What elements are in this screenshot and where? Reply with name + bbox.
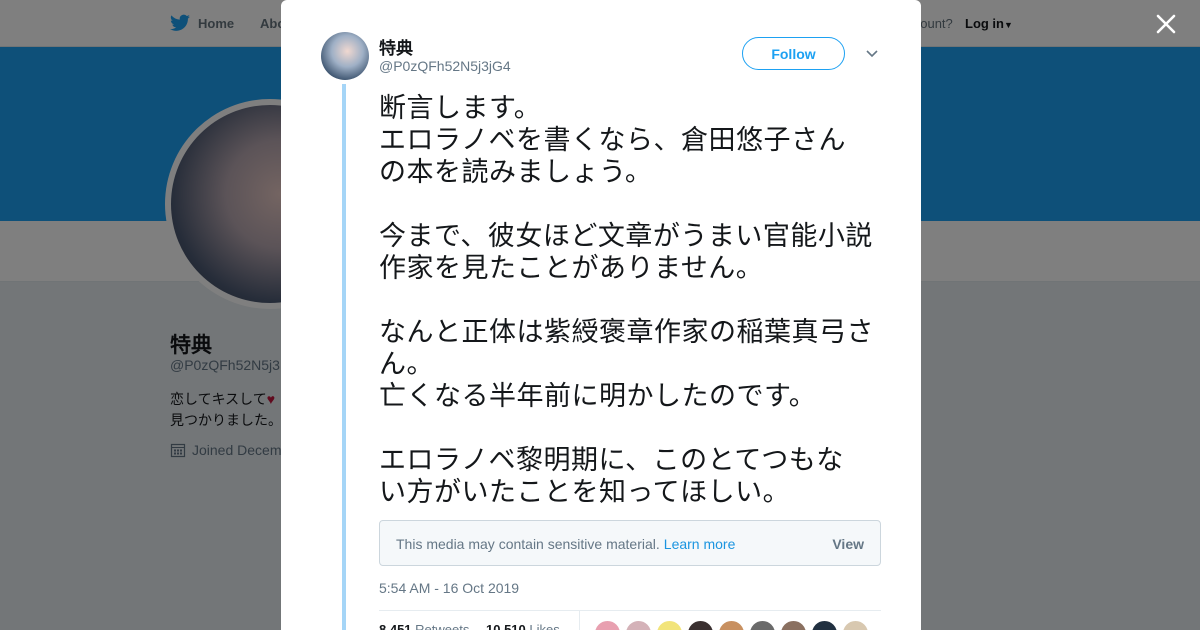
stats-vertical-divider	[579, 611, 580, 630]
tweet-author-name[interactable]: 特典	[379, 34, 413, 59]
tweet-line: 今まで、彼女ほど文章がうまい官能小説	[379, 221, 873, 251]
liker-avatar[interactable]	[780, 620, 807, 630]
tweet-line: エロラノベ黎明期に、このとてつもな	[379, 445, 844, 475]
tweet-line: 亡くなる半年前に明かしたのです。	[379, 381, 817, 411]
learn-more-link[interactable]: Learn more	[664, 536, 736, 552]
liker-avatar[interactable]	[625, 620, 652, 630]
follow-button[interactable]: Follow	[742, 37, 845, 70]
retweets-stat[interactable]: 8,451 Retweets	[379, 622, 469, 630]
tweet-text: 断言します。 エロラノベを書くなら、倉田悠子さん の本を読みましょう。 今まで、…	[379, 92, 884, 508]
likes-label: Likes	[529, 622, 560, 630]
sensitive-media-notice: This media may contain sensitive materia…	[379, 520, 881, 566]
likes-stat[interactable]: 10,510 Likes	[486, 622, 560, 630]
tweet-line: なんと正体は紫綬褒章作家の稲葉真弓さ	[379, 317, 874, 347]
tweet-line: の本を読みましょう。	[379, 157, 653, 187]
liker-avatar[interactable]	[594, 620, 621, 630]
tweet-timestamp[interactable]: 5:54 AM - 16 Oct 2019	[379, 580, 519, 596]
liker-avatar[interactable]	[811, 620, 838, 630]
likes-count: 10,510	[486, 622, 526, 630]
liker-avatar[interactable]	[656, 620, 683, 630]
tweet-line: ん。	[379, 349, 434, 379]
tweet-line: い方がいたことを知ってほしい。	[379, 477, 791, 507]
sensitive-notice-text: This media may contain sensitive materia…	[396, 536, 735, 552]
tweet-line: エロラノベを書くなら、倉田悠子さん	[379, 125, 846, 155]
liker-avatar[interactable]	[749, 620, 776, 630]
retweets-count: 8,451	[379, 622, 412, 630]
stats-divider	[379, 610, 881, 611]
sensitive-notice-label: This media may contain sensitive materia…	[396, 536, 660, 552]
chevron-down-icon[interactable]	[865, 48, 879, 58]
close-icon[interactable]	[1152, 10, 1180, 38]
liker-avatar[interactable]	[842, 620, 869, 630]
tweet-line: 断言します。	[379, 93, 542, 123]
tweet-modal: 特典 @P0zQFh52N5j3jG4 Follow 断言します。 エロラノベを…	[281, 0, 921, 630]
view-media-button[interactable]: View	[832, 536, 864, 552]
liker-avatar[interactable]	[718, 620, 745, 630]
tweet-author-handle[interactable]: @P0zQFh52N5j3jG4	[379, 58, 511, 74]
likers-avatars	[594, 620, 869, 630]
retweets-label: Retweets	[415, 622, 470, 630]
liker-avatar[interactable]	[687, 620, 714, 630]
tweet-author-avatar[interactable]	[321, 32, 369, 80]
tweet-line: 作家を見たことがありません。	[379, 253, 764, 283]
thread-line	[342, 84, 346, 630]
